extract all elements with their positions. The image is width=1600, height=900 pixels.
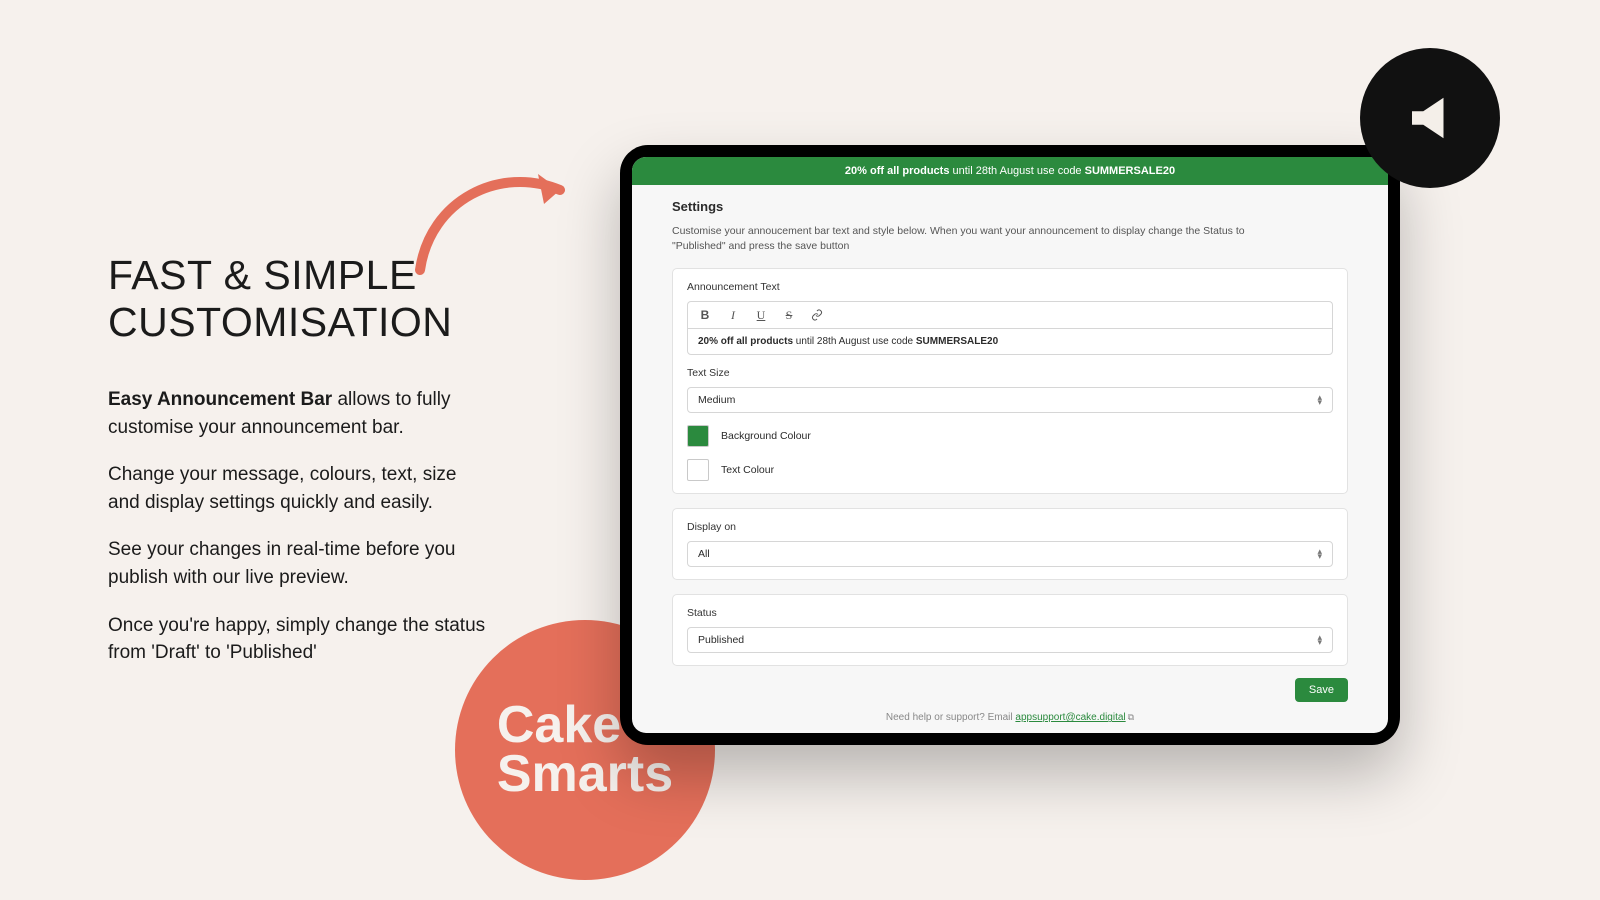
text-colour-label: Text Colour: [721, 464, 774, 476]
announcement-text-label: Announcement Text: [687, 281, 1333, 293]
app-screen: 20% off all products until 28th August u…: [632, 157, 1388, 733]
marketing-paragraph-3: See your changes in real-time before you…: [108, 536, 488, 591]
card-status: Status Published ▴▾: [672, 594, 1348, 666]
link-button[interactable]: [810, 308, 824, 322]
editor-mid: until 28th August use code: [793, 336, 916, 347]
text-colour-swatch[interactable]: [687, 459, 709, 481]
text-colour-row[interactable]: Text Colour: [687, 459, 1333, 481]
editor-toolbar: B I U S: [687, 301, 1333, 328]
megaphone-icon: [1360, 48, 1500, 188]
support-email-link[interactable]: appsupport@cake.digital: [1015, 712, 1125, 723]
tablet-frame: 20% off all products until 28th August u…: [620, 145, 1400, 745]
status-select[interactable]: Published ▴▾: [687, 627, 1333, 653]
bold-button[interactable]: B: [698, 308, 712, 322]
editor-code: SUMMERSALE20: [916, 336, 998, 347]
marketing-paragraph-2: Change your message, colours, text, size…: [108, 461, 488, 516]
background-colour-row[interactable]: Background Colour: [687, 425, 1333, 447]
chevron-updown-icon: ▴▾: [1317, 549, 1322, 560]
strikethrough-button[interactable]: S: [782, 308, 796, 322]
background-colour-swatch[interactable]: [687, 425, 709, 447]
save-button[interactable]: Save: [1295, 678, 1348, 702]
arrow-icon: [410, 160, 590, 280]
display-on-value: All: [698, 548, 710, 560]
support-text: Need help or support? Email appsupport@c…: [672, 712, 1348, 723]
announcement-text-input[interactable]: 20% off all products until 28th August u…: [687, 328, 1333, 355]
external-link-icon: ⧉: [1128, 712, 1134, 722]
text-size-select[interactable]: Medium ▴▾: [687, 387, 1333, 413]
chevron-updown-icon: ▴▾: [1317, 395, 1322, 406]
support-prefix: Need help or support? Email: [886, 712, 1016, 723]
editor-bold: 20% off all products: [698, 336, 793, 347]
underline-button[interactable]: U: [754, 308, 768, 322]
announcement-bold: 20% off all products: [845, 165, 950, 177]
status-value: Published: [698, 634, 744, 646]
brand-line-2: Smarts: [497, 750, 673, 799]
para1-strong: Easy Announcement Bar: [108, 389, 332, 410]
chevron-updown-icon: ▴▾: [1317, 635, 1322, 646]
headline-line-1: FAST & SIMPLE: [108, 252, 417, 298]
display-on-select[interactable]: All ▴▾: [687, 541, 1333, 567]
status-label: Status: [687, 607, 1333, 619]
card-display: Display on All ▴▾: [672, 508, 1348, 580]
italic-button[interactable]: I: [726, 308, 740, 322]
display-on-label: Display on: [687, 521, 1333, 533]
headline-line-2: CUSTOMISATION: [108, 299, 452, 345]
marketing-paragraph-1: Easy Announcement Bar allows to fully cu…: [108, 386, 488, 441]
settings-description: Customise your annoucement bar text and …: [672, 224, 1292, 254]
settings-title: Settings: [672, 199, 1348, 214]
text-size-value: Medium: [698, 394, 735, 406]
card-announcement: Announcement Text B I U S 20% off all pr…: [672, 268, 1348, 494]
text-size-label: Text Size: [687, 367, 1333, 379]
marketing-paragraph-4: Once you're happy, simply change the sta…: [108, 612, 488, 667]
announcement-code: SUMMERSALE20: [1085, 165, 1175, 177]
announcement-bar-preview: 20% off all products until 28th August u…: [632, 157, 1388, 185]
announcement-mid: until 28th August use code: [949, 165, 1084, 177]
background-colour-label: Background Colour: [721, 430, 811, 442]
